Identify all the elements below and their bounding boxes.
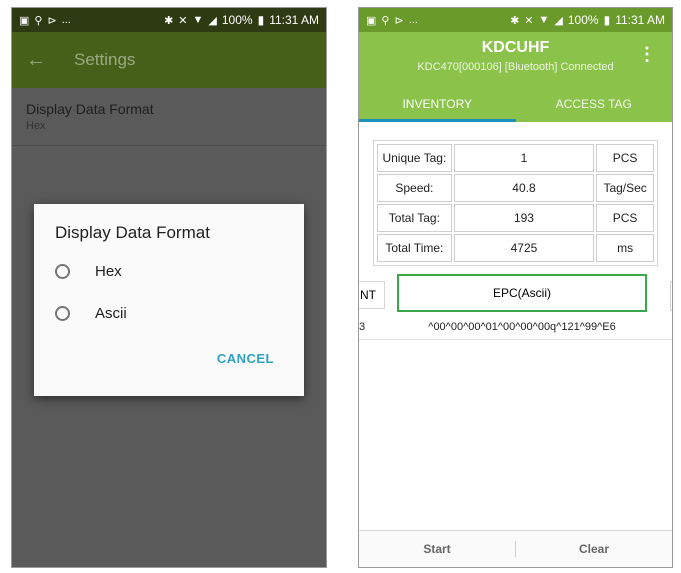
status-bar: ▣ ⚲ ⊳ ... ✱ ✕ ▼ ◢ 100% ▮ 11:31 AM [12,8,326,32]
bluetooth-icon: ✱ [510,14,520,27]
tag-list-header: NT EPC(Ascii) [359,273,672,317]
bottom-action-bar: Start Clear [359,530,672,567]
pref-display-data-format[interactable]: Display Data Format Hex [12,88,326,146]
inventory-screen: ▣ ⚲ ⊳ ... ✱ ✕ ▼ ◢ 100% ▮ 11:31 AM KDCUHF… [358,7,673,568]
stat-value: 4725 [453,234,595,262]
more-notifications-icon: ... [408,14,418,26]
clear-button[interactable]: Clear [516,542,672,556]
stat-label: Speed: [377,174,452,202]
status-left-icons: ▣ ⚲ ⊳ ... [366,14,418,27]
signal-icon: ◢ [554,14,563,27]
stat-unit: PCS [596,144,655,172]
option-ascii[interactable]: Ascii [55,305,127,322]
clock: 11:31 AM [615,13,665,27]
play-store-icon: ⊳ [394,14,404,27]
stat-row-speed: Speed: 40.8 Tag/Sec [376,173,655,203]
stat-row-total-time: Total Time: 4725 ms [376,233,655,263]
wifi-icon: ▼ [192,14,204,26]
connection-status: KDC470[000106] [Bluetooth] Connected [417,61,614,73]
cancel-button[interactable]: CANCEL [217,351,274,366]
mute-icon: ✕ [524,14,534,27]
option-label: Ascii [95,305,127,322]
dialog-title: Display Data Format [55,223,210,242]
battery-icon: ▮ [603,13,611,27]
stat-value: 40.8 [453,174,595,202]
app-title: KDCUHF [481,39,550,56]
gallery-icon: ▣ [366,14,377,27]
column-header-next[interactable] [670,281,672,311]
stats-table: Unique Tag: 1 PCS Speed: 40.8 Tag/Sec To… [373,140,658,266]
stat-label: Total Tag: [377,204,452,232]
clock: 11:31 AM [269,13,319,27]
mute-icon: ✕ [178,14,188,27]
pref-title: Display Data Format [26,101,154,117]
battery-percent: 100% [221,13,253,27]
back-arrow-icon[interactable]: ← [26,49,62,72]
tab-access-tag[interactable]: ACCESS TAG [516,90,673,122]
status-left-icons: ▣ ⚲ ⊳ ... [19,14,71,27]
pref-value: Hex [26,120,46,132]
page-title: Settings [74,50,136,69]
status-bar: ▣ ⚲ ⊳ ... ✱ ✕ ▼ ◢ 100% ▮ 11:31 AM [359,8,672,32]
wifi-icon: ▼ [538,14,550,26]
stat-unit: ms [596,234,655,262]
stat-row-total-tag: Total Tag: 193 PCS [376,203,655,233]
status-right-icons: ✱ ✕ ▼ ◢ 100% ▮ 11:31 AM [164,13,319,27]
settings-screen: ▣ ⚲ ⊳ ... ✱ ✕ ▼ ◢ 100% ▮ 11:31 AM ← Sett… [11,7,327,568]
tab-bar: INVENTORY ACCESS TAG [359,90,672,122]
stat-row-unique-tag: Unique Tag: 1 PCS [376,143,655,173]
stat-label: Unique Tag: [377,144,452,172]
display-format-dialog: Display Data Format Hex Ascii CANCEL [34,204,304,396]
option-label: Hex [95,263,122,280]
tab-inventory[interactable]: INVENTORY [359,90,516,122]
location-icon: ⚲ [34,14,43,27]
row-count: 3 [359,321,366,333]
stat-unit: Tag/Sec [596,174,655,202]
play-store-icon: ⊳ [47,14,57,27]
row-epc: ^00^00^00^01^00^00^00q^121^99^E6 [428,321,616,333]
overflow-menu-icon[interactable]: ⋮ [638,44,656,65]
battery-percent: 100% [567,13,599,27]
radio-button-icon[interactable] [55,264,70,279]
stat-value: 1 [453,144,595,172]
app-header: KDCUHF KDC470[000106] [Bluetooth] Connec… [359,32,672,122]
more-notifications-icon: ... [61,14,71,26]
stat-value: 193 [453,204,595,232]
start-button[interactable]: Start [359,542,515,556]
radio-button-icon[interactable] [55,306,70,321]
battery-icon: ▮ [257,13,265,27]
option-hex[interactable]: Hex [55,263,122,280]
column-header-epc[interactable]: EPC(Ascii) [397,274,647,312]
location-icon: ⚲ [381,14,390,27]
column-header-count[interactable]: NT [359,281,385,309]
status-right-icons: ✱ ✕ ▼ ◢ 100% ▮ 11:31 AM [510,13,665,27]
stat-label: Total Time: [377,234,452,262]
signal-icon: ◢ [208,14,217,27]
settings-app-bar: ← Settings [12,32,326,88]
stat-unit: PCS [596,204,655,232]
table-row[interactable]: 3 ^00^00^00^01^00^00^00q^121^99^E6 [359,317,672,340]
gallery-icon: ▣ [19,14,30,27]
bluetooth-icon: ✱ [164,14,174,27]
